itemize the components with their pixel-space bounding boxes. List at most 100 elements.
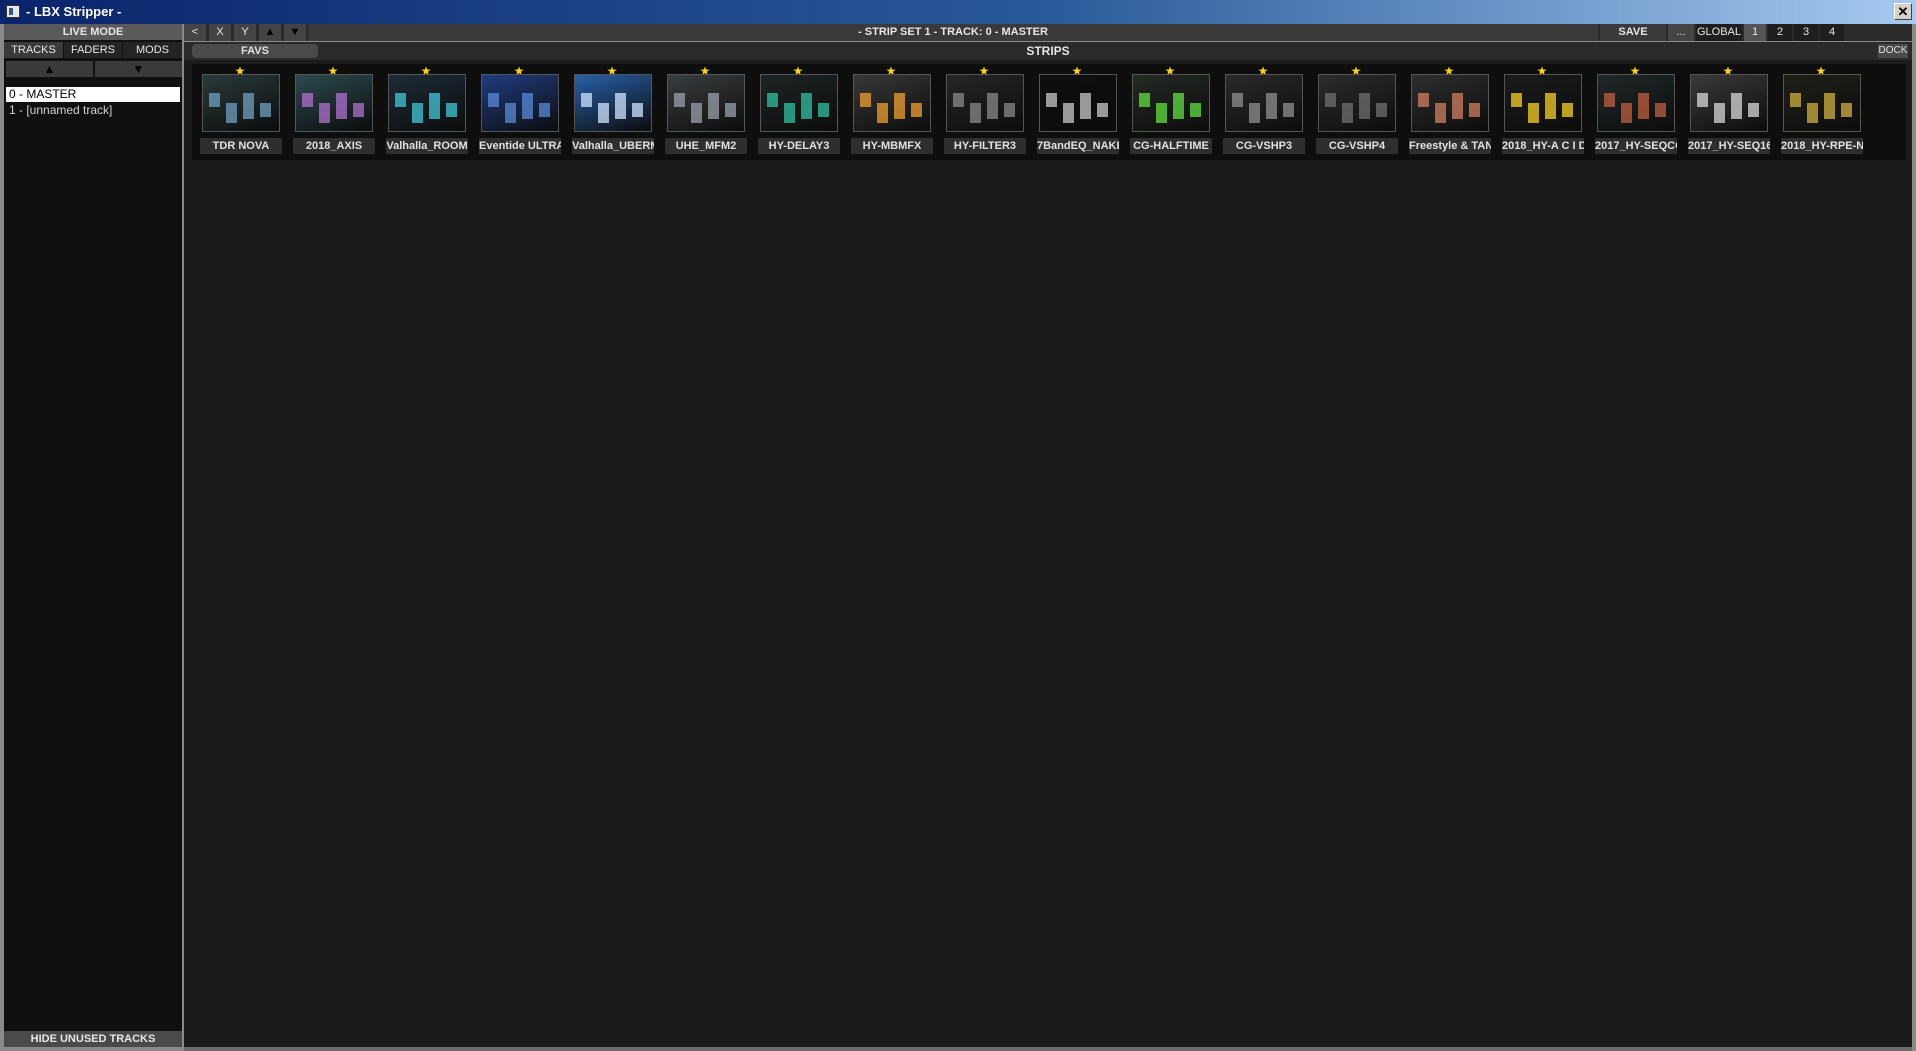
thumbnail-detail xyxy=(581,93,592,107)
strip-tile[interactable]: ★ 2017_HY-SEQCO xyxy=(1593,64,1679,160)
thumbnail-detail xyxy=(209,93,220,107)
strip-tile[interactable]: ★ HY-DELAY3 xyxy=(756,64,842,160)
thumbnail-detail xyxy=(1156,103,1167,123)
close-icon[interactable]: ✕ xyxy=(1894,3,1912,20)
page-2-button[interactable]: 2 xyxy=(1768,24,1792,41)
strip-thumbnail[interactable] xyxy=(481,74,559,132)
thumbnail-detail xyxy=(353,103,364,117)
thumbnail-detail xyxy=(818,103,829,117)
tab-faders[interactable]: FADERS xyxy=(64,42,122,58)
thumbnail-detail xyxy=(412,103,423,123)
strip-thumbnail[interactable] xyxy=(202,74,280,132)
strip-tile[interactable]: ★Eventide ULTRAT xyxy=(477,64,563,160)
thumbnail-detail xyxy=(1418,93,1429,107)
strip-thumbnail[interactable] xyxy=(667,74,745,132)
strip-thumbnail[interactable] xyxy=(1504,74,1582,132)
strip-thumbnail[interactable] xyxy=(1690,74,1768,132)
thumbnail-detail xyxy=(970,103,981,123)
strip-label: UHE_MFM2 xyxy=(665,138,747,154)
strip-tile[interactable]: ★ CG-VSHP3 xyxy=(1221,64,1307,160)
strip-tile[interactable]: ★ 2018_AXIS xyxy=(291,64,377,160)
save-button[interactable]: SAVE xyxy=(1600,24,1666,41)
thumbnail-detail xyxy=(1714,103,1725,123)
dock-button[interactable]: DOCK xyxy=(1878,44,1908,58)
strip-thumbnail[interactable] xyxy=(1039,74,1117,132)
tab-mods[interactable]: MODS xyxy=(123,42,182,58)
strip-gallery: ★ TDR NOVA ★ 2018_AXIS ★ Valhalla_ROOM ★ Eventi… xyxy=(192,64,1906,160)
strip-thumbnail[interactable] xyxy=(946,74,1024,132)
strip-thumbnail[interactable] xyxy=(1132,74,1210,132)
strip-label: Eventide ULTRAT xyxy=(479,138,561,154)
strip-tile[interactable]: ★ Valhalla_UBERM xyxy=(570,64,656,160)
strip-thumbnail[interactable] xyxy=(295,74,373,132)
strip-thumbnail[interactable] xyxy=(574,74,652,132)
thumbnail-detail xyxy=(1452,93,1463,119)
strip-label: HY-DELAY3 xyxy=(758,138,840,154)
thumbnail-detail xyxy=(877,103,888,123)
move-up-icon[interactable]: ▲ xyxy=(259,24,281,41)
thumbnail-detail xyxy=(725,103,736,117)
tab-tracks[interactable]: TRACKS xyxy=(4,42,63,58)
favs-button[interactable]: FAVS xyxy=(192,44,318,58)
strip-tile[interactable]: ★ Valhalla_ROOM xyxy=(384,64,470,160)
strip-tile[interactable]: ★ 2018_HY-A C I D xyxy=(1500,64,1586,160)
strip-thumbnail[interactable] xyxy=(388,74,466,132)
thumbnail-detail xyxy=(632,103,643,117)
strip-thumbnail[interactable] xyxy=(1225,74,1303,132)
strips-title: STRIPS xyxy=(1026,44,1070,58)
track-list-item[interactable]: 0 - MASTER xyxy=(6,87,180,102)
strip-tile[interactable]: ★ TDR NOVA xyxy=(198,64,284,160)
strip-tile[interactable]: ★ 2017_HY-SEQ16 xyxy=(1686,64,1772,160)
strip-tile[interactable]: ★ 2018_HY-RPE-NI xyxy=(1779,64,1865,160)
strip-thumbnail[interactable] xyxy=(760,74,838,132)
thumbnail-detail xyxy=(767,93,778,107)
scroll-down-icon[interactable]: ▼ xyxy=(95,61,182,77)
strip-tile[interactable]: ★ HY-MBMFX xyxy=(849,64,935,160)
window-title: - LBX Stripper - xyxy=(26,4,122,19)
thumbnail-detail xyxy=(1359,93,1370,119)
strip-thumbnail[interactable] xyxy=(1783,74,1861,132)
hide-unused-tracks-button[interactable]: HIDE UNUSED TRACKS xyxy=(4,1031,182,1047)
strip-label: Freestyle & TANT xyxy=(1409,138,1491,154)
y-button[interactable]: Y xyxy=(234,24,256,41)
strip-tile[interactable]: ★ CG-HALFTIME xyxy=(1128,64,1214,160)
thumbnail-detail xyxy=(1545,93,1556,119)
scroll-up-icon[interactable]: ▲ xyxy=(6,61,93,77)
page-1-button[interactable]: 1 xyxy=(1744,24,1766,41)
strip-tile[interactable]: ★ HY-FILTER3 xyxy=(942,64,1028,160)
main-area: FAVS STRIPS DOCK ★ TDR NOVA ★ 2018_AXIS ★ Val… xyxy=(184,42,1912,1047)
more-button[interactable]: ... xyxy=(1668,24,1694,41)
track-list-item[interactable]: 1 - [unnamed track] xyxy=(6,103,180,118)
strip-label: HY-FILTER3 xyxy=(944,138,1026,154)
strip-tile[interactable]: ★ Freestyle & TANT xyxy=(1407,64,1493,160)
strip-thumbnail[interactable] xyxy=(853,74,931,132)
strip-thumbnail[interactable] xyxy=(1411,74,1489,132)
strip-thumbnail[interactable] xyxy=(1597,74,1675,132)
thumbnail-detail xyxy=(1435,103,1446,123)
left-panel: LIVE MODE TRACKS FADERS MODS ▲ ▼ 0 - MAS… xyxy=(4,24,182,1047)
strip-label: 2017_HY-SEQCO xyxy=(1595,138,1677,154)
page-4-button[interactable]: 4 xyxy=(1820,24,1844,41)
thumbnail-detail xyxy=(1080,93,1091,119)
strip-label: 2018_HY-A C I D xyxy=(1502,138,1584,154)
thumbnail-detail xyxy=(1790,93,1801,107)
thumbnail-detail xyxy=(911,103,922,117)
x-button[interactable]: X xyxy=(209,24,231,41)
thumbnail-detail xyxy=(1004,103,1015,117)
thumbnail-detail xyxy=(1469,103,1480,117)
thumbnail-detail xyxy=(953,93,964,107)
thumbnail-detail xyxy=(260,103,271,117)
thumbnail-detail xyxy=(1748,103,1759,117)
live-mode-button[interactable]: LIVE MODE xyxy=(4,24,182,40)
move-down-icon[interactable]: ▼ xyxy=(284,24,306,41)
thumbnail-detail xyxy=(1604,93,1615,107)
back-button[interactable]: < xyxy=(184,24,206,41)
page-3-button[interactable]: 3 xyxy=(1794,24,1818,41)
strip-tile[interactable]: ★ UHE_MFM2 xyxy=(663,64,749,160)
strip-tile[interactable]: ★7BandEQ_NAKED xyxy=(1035,64,1121,160)
global-button[interactable]: GLOBAL xyxy=(1696,24,1742,41)
thumbnail-detail xyxy=(1097,103,1108,117)
strip-thumbnail[interactable] xyxy=(1318,74,1396,132)
strip-tile[interactable]: ★ CG-VSHP4 xyxy=(1314,64,1400,160)
thumbnail-detail xyxy=(784,103,795,123)
